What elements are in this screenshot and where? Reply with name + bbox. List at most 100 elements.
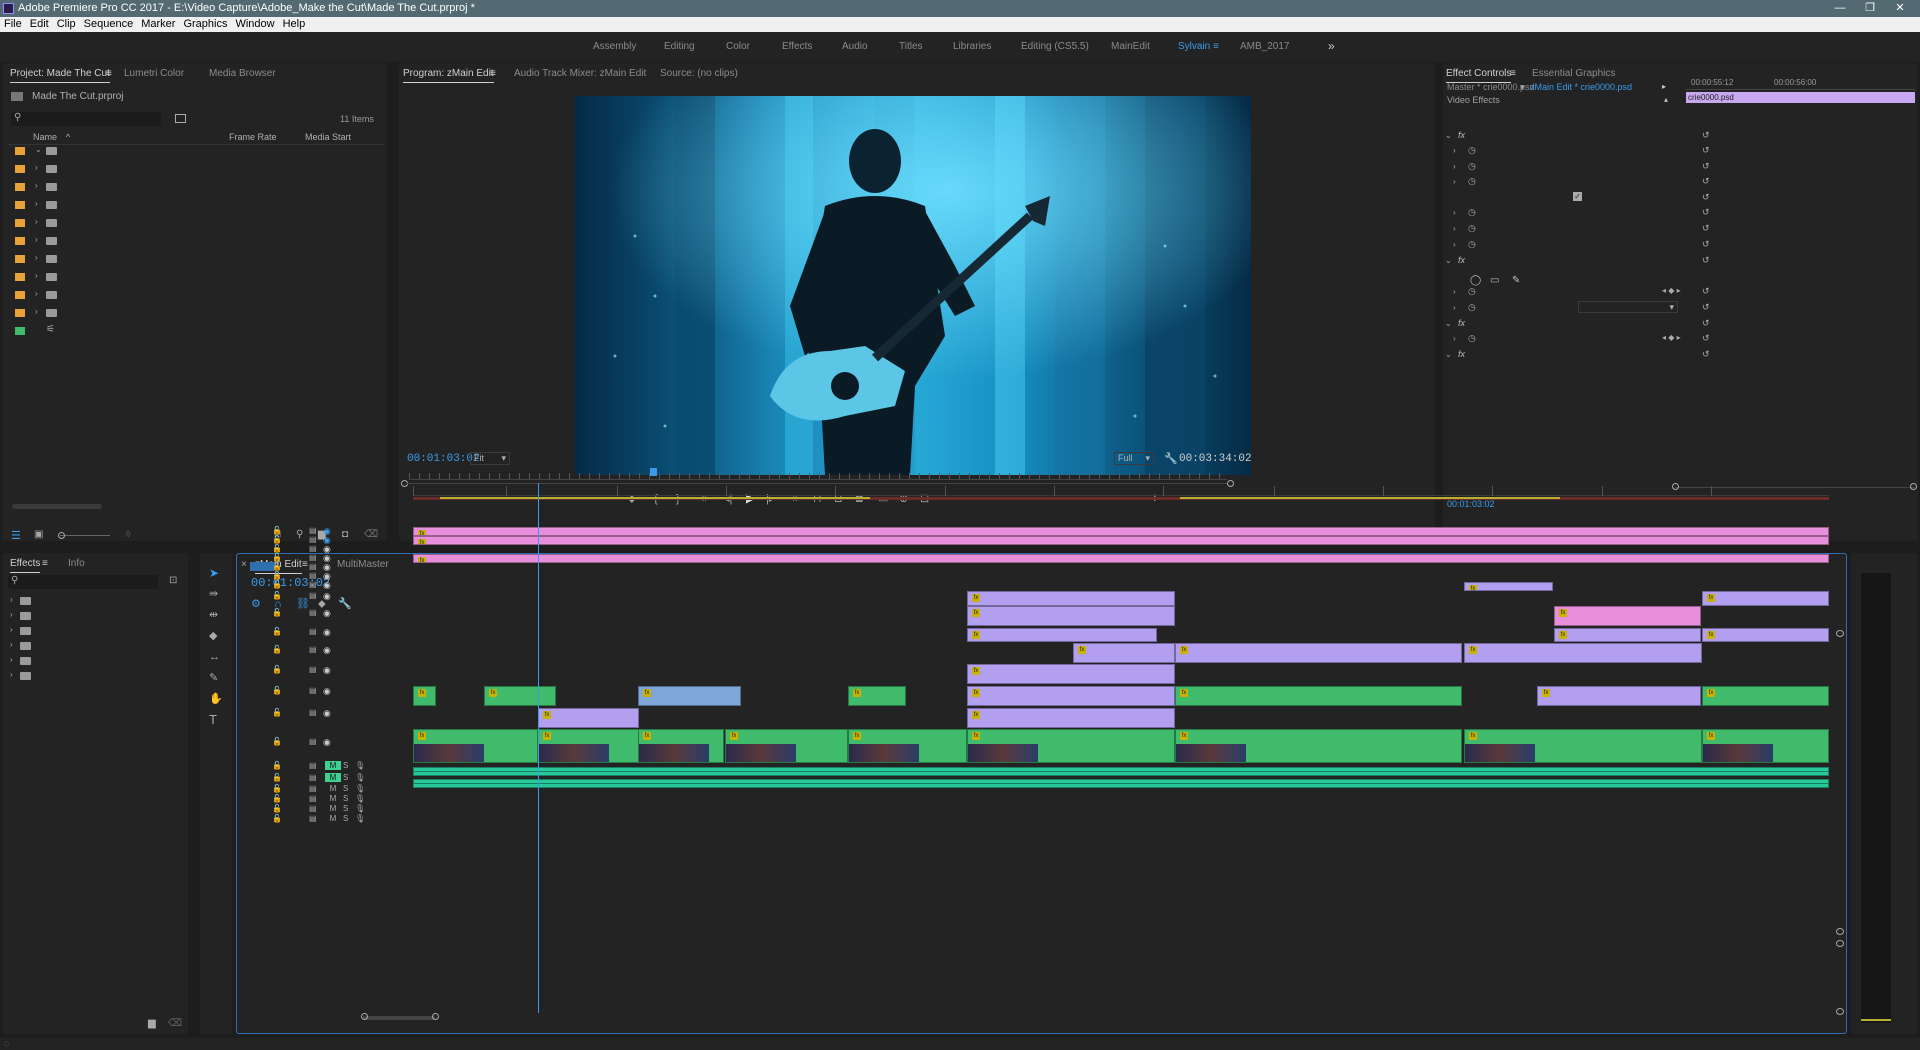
- effects-category[interactable]: ›: [8, 639, 178, 653]
- timeline-clip[interactable]: fx: [967, 664, 1175, 684]
- project-item[interactable]: ⚟: [8, 322, 384, 340]
- sort-icon[interactable]: ◊: [126, 529, 130, 539]
- tab-effects[interactable]: Effects: [10, 558, 41, 573]
- tab-media-browser[interactable]: Media Browser: [209, 68, 276, 79]
- fx-badge-icon[interactable]: fx: [1458, 318, 1465, 328]
- sync-lock-icon[interactable]: ▤: [309, 794, 317, 803]
- timeline-clip[interactable]: fx: [1175, 643, 1462, 663]
- expand-chevron-icon[interactable]: ›: [1453, 177, 1456, 186]
- timeline-clip[interactable]: fx: [967, 628, 1157, 642]
- eye-icon[interactable]: ◉: [323, 686, 331, 697]
- expand-chevron-icon[interactable]: ›: [35, 271, 38, 280]
- menu-sequence[interactable]: Sequence: [80, 17, 138, 32]
- zoom-level-select[interactable]: Fit ▾: [470, 452, 510, 465]
- tab-multimaster[interactable]: MultiMaster: [337, 559, 389, 570]
- sync-lock-icon[interactable]: ▤: [309, 686, 317, 695]
- source-patch-v1[interactable]: [250, 561, 274, 571]
- sync-lock-icon[interactable]: ▤: [309, 814, 317, 823]
- vertical-zoom-handle-bottom[interactable]: [1836, 940, 1844, 947]
- workspace-tab-color[interactable]: Color: [726, 41, 750, 52]
- list-view-icon[interactable]: ☰: [11, 529, 21, 542]
- fx-badge-icon[interactable]: fx: [1458, 130, 1465, 140]
- workspace-tab-sylvain[interactable]: Sylvain: [1178, 41, 1210, 52]
- sync-lock-icon[interactable]: ▤: [309, 580, 317, 589]
- column-frame-rate[interactable]: Frame Rate: [229, 132, 277, 142]
- workspace-tab-assembly[interactable]: Assembly: [593, 41, 636, 52]
- effects-category[interactable]: ›: [8, 669, 178, 683]
- delete-custom-item-icon[interactable]: ⌫: [168, 1018, 182, 1029]
- project-item[interactable]: ›: [8, 304, 384, 322]
- expand-chevron-icon[interactable]: ⌄: [1445, 256, 1452, 265]
- workspace-tab-titles[interactable]: Titles: [899, 41, 923, 52]
- sync-lock-icon[interactable]: ▤: [309, 627, 317, 636]
- keyframe-navigator-icon[interactable]: ◂ ◆ ▸: [1662, 333, 1681, 342]
- voice-over-record-icon[interactable]: 🎙: [355, 761, 365, 770]
- project-item[interactable]: ›: [8, 178, 384, 196]
- keyframe-navigator-icon[interactable]: ◂ ◆ ▸: [1662, 286, 1681, 295]
- label-color-swatch[interactable]: [15, 201, 25, 209]
- expand-chevron-icon[interactable]: ›: [1453, 162, 1456, 171]
- new-bin-from-search-icon[interactable]: [175, 114, 186, 123]
- eye-icon[interactable]: ◉: [323, 708, 331, 719]
- ec-mini-ruler[interactable]: [1686, 89, 1915, 90]
- expand-chevron-icon[interactable]: ›: [1453, 240, 1456, 249]
- timeline-clip[interactable]: fx: [1554, 606, 1701, 626]
- lock-icon[interactable]: 🔓: [272, 708, 282, 717]
- timeline-clip[interactable]: fx: [1464, 729, 1702, 763]
- lock-icon[interactable]: 🔓: [272, 608, 282, 617]
- reset-parameter-icon[interactable]: ↺: [1702, 192, 1710, 203]
- lock-icon[interactable]: 🔓: [272, 814, 282, 823]
- expand-chevron-icon[interactable]: ⌄: [1445, 131, 1452, 140]
- timeline-clip[interactable]: fx: [725, 729, 848, 763]
- menu-file[interactable]: File: [0, 17, 26, 32]
- horizontal-scrollbar[interactable]: [363, 1016, 435, 1020]
- lock-icon[interactable]: 🔓: [272, 627, 282, 636]
- effects-category[interactable]: ›: [8, 654, 178, 668]
- timeline-clip[interactable]: fx: [484, 686, 556, 706]
- eye-icon[interactable]: ◉: [323, 737, 331, 748]
- project-item[interactable]: ›: [8, 160, 384, 178]
- rectangle-mask-icon[interactable]: ▭: [1490, 275, 1499, 286]
- stopwatch-icon[interactable]: ◷: [1468, 207, 1476, 218]
- menu-marker[interactable]: Marker: [137, 17, 179, 32]
- expand-chevron-icon[interactable]: ›: [1453, 224, 1456, 233]
- menu-graphics[interactable]: Graphics: [179, 17, 231, 32]
- reset-parameter-icon[interactable]: ↺: [1702, 349, 1710, 360]
- lock-icon[interactable]: 🔓: [272, 544, 282, 553]
- uniform-scale-checkbox[interactable]: ✓: [1573, 192, 1582, 201]
- ec-clip-bar[interactable]: crie0000.psd: [1686, 92, 1915, 103]
- lock-icon[interactable]: 🔓: [272, 773, 282, 782]
- reset-parameter-icon[interactable]: ↺: [1702, 223, 1710, 234]
- project-item[interactable]: ›: [8, 286, 384, 304]
- project-search-input[interactable]: ⚲: [11, 112, 161, 126]
- expand-chevron-icon[interactable]: ›: [35, 289, 38, 298]
- expand-chevron-icon[interactable]: ›: [35, 235, 38, 244]
- mute-track-button[interactable]: M: [325, 761, 341, 770]
- voice-over-record-icon[interactable]: 🎙: [355, 784, 365, 793]
- expand-chevron-icon[interactable]: ›: [1453, 303, 1456, 312]
- label-color-swatch[interactable]: [15, 327, 25, 335]
- mute-track-button[interactable]: M: [325, 773, 341, 782]
- sync-lock-icon[interactable]: ▤: [309, 544, 317, 553]
- tab-program[interactable]: Program: zMain Edit: [403, 68, 494, 83]
- stopwatch-icon[interactable]: ◷: [1468, 223, 1476, 234]
- eye-icon[interactable]: ◉: [323, 627, 331, 638]
- reset-parameter-icon[interactable]: ↺: [1702, 333, 1710, 344]
- pen-mask-icon[interactable]: ✎: [1512, 275, 1520, 286]
- timeline-clip[interactable]: fx: [967, 591, 1175, 606]
- new-custom-bin-icon[interactable]: ▆: [148, 1018, 156, 1029]
- expand-chevron-icon[interactable]: ›: [35, 163, 38, 172]
- lock-icon[interactable]: 🔓: [272, 737, 282, 746]
- solo-track-button[interactable]: S: [343, 814, 348, 823]
- clear-icon[interactable]: ⌫: [364, 529, 378, 540]
- sync-lock-icon[interactable]: ▤: [309, 562, 317, 571]
- workspace-tab-editing-cs55[interactable]: Editing (CS5.5): [1021, 41, 1089, 52]
- timeline-clip[interactable]: fx: [413, 554, 1829, 563]
- accelerated-effects-icon[interactable]: ⊡: [169, 575, 177, 586]
- stopwatch-icon[interactable]: ◷: [1468, 333, 1476, 344]
- tab-program-menu-icon[interactable]: ≡: [490, 68, 496, 79]
- fx-badge-icon[interactable]: fx: [1458, 255, 1465, 265]
- tab-effects-menu-icon[interactable]: ≡: [42, 558, 48, 569]
- sync-lock-icon[interactable]: ▤: [309, 571, 317, 580]
- scroll-up-icon[interactable]: ▴: [1664, 95, 1668, 104]
